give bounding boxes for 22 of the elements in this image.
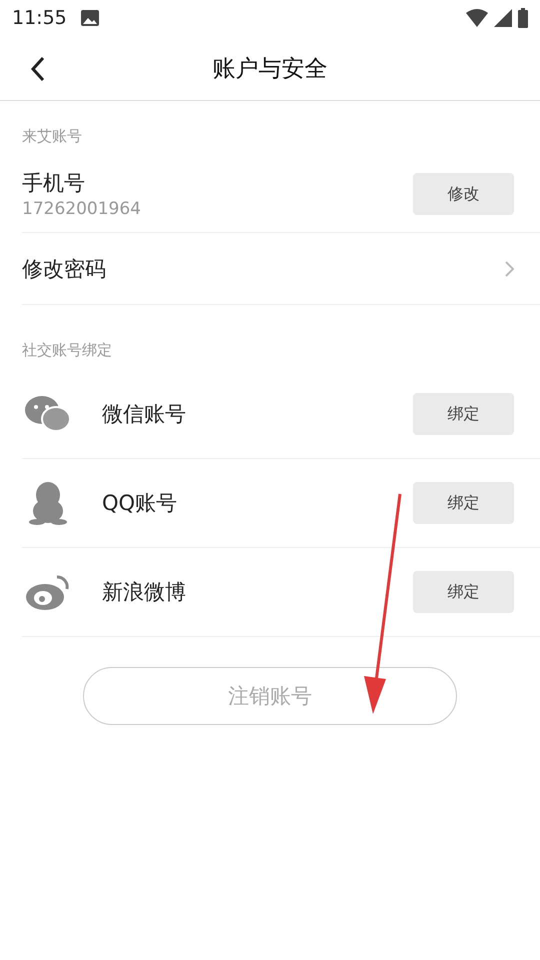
back-icon[interactable] bbox=[30, 56, 46, 82]
social-account-label: QQ账号 bbox=[102, 490, 178, 517]
weibo-icon bbox=[25, 573, 71, 611]
image-icon bbox=[80, 10, 99, 26]
phone-number: 17262001964 bbox=[22, 199, 141, 219]
bind-button[interactable]: 绑定 bbox=[413, 482, 514, 524]
signal-icon bbox=[494, 9, 512, 27]
status-time: 11:55 bbox=[12, 7, 67, 29]
social-account-label: 新浪微博 bbox=[102, 579, 186, 606]
section-label: 来艾账号 bbox=[22, 127, 82, 145]
phone-label: 手机号 bbox=[22, 170, 86, 197]
chevron-right-icon bbox=[505, 260, 514, 276]
edit-button[interactable]: 修改 bbox=[413, 173, 514, 215]
page-title: 账户与安全 bbox=[212, 54, 328, 84]
bind-button[interactable]: 绑定 bbox=[413, 571, 514, 613]
section-label: 社交账号绑定 bbox=[22, 341, 112, 359]
battery-icon bbox=[518, 8, 528, 28]
change-password-item[interactable]: 修改密码 bbox=[22, 254, 106, 282]
penguin-icon bbox=[28, 481, 68, 525]
wifi-icon bbox=[466, 9, 488, 27]
bind-button[interactable]: 绑定 bbox=[413, 393, 514, 435]
social-account-label: 微信账号 bbox=[102, 401, 186, 428]
